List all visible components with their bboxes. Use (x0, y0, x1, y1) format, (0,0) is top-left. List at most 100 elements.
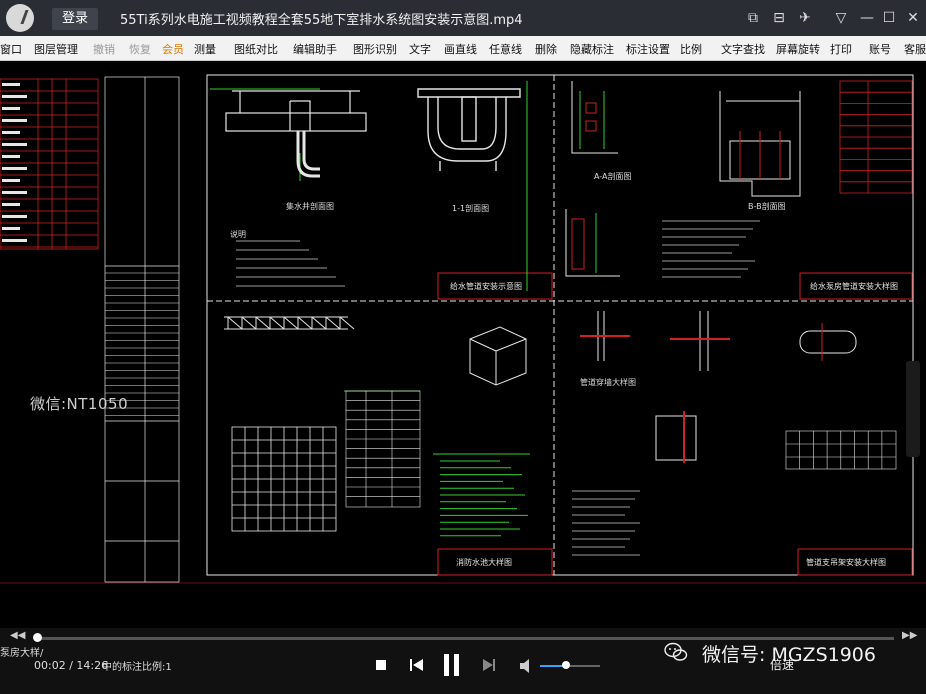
volume-icon[interactable] (520, 659, 534, 673)
green-notes (440, 460, 528, 537)
fast-forward-icon[interactable]: ▶▶ (902, 630, 917, 641)
schedule-entry-mark (2, 191, 27, 194)
app-logo-icon (6, 4, 34, 32)
pipe-drain-detail (225, 90, 367, 178)
schedule-entry-mark (2, 119, 27, 122)
subtitle-text-mid: 中的标注比例:1 (102, 662, 172, 673)
menu-customer-service[interactable]: 客服 (904, 41, 926, 57)
current-time: 00:02 (34, 659, 66, 672)
detail-title-4: 管道支吊架安装大样图 (806, 558, 886, 567)
menu-window[interactable]: 窗口 (0, 41, 22, 57)
menu-shape-recognition[interactable]: 图形识别 (353, 41, 397, 57)
pump-parameter-table (345, 390, 421, 508)
cad-drawing-canvas[interactable]: 给水管道安装示意图 给水泵房管道安装大样图 消防水池大样图 管道支吊架安装大样图… (0, 61, 926, 628)
schedule-entry-mark (2, 227, 20, 230)
menu-redo[interactable]: 恢复 (129, 41, 151, 57)
dropdown-menu-icon[interactable]: ▽ (832, 9, 850, 27)
progress-knob[interactable] (33, 633, 42, 642)
menu-edit-assistant[interactable]: 编辑助手 (293, 41, 337, 57)
support-truss-detail (224, 316, 355, 330)
detail-caption-5: 管道穿墙大样图 (580, 378, 636, 387)
wechat-watermark: 微信:NT1050 (30, 395, 129, 413)
login-button[interactable]: 登录 (52, 8, 98, 30)
video-player-controls: ◀◀ ▶▶ 泵房大样/ 中的标注比例:1 00:02 / 14:26 倍速 微信… (0, 628, 926, 694)
volume-knob[interactable] (562, 661, 570, 669)
menu-text[interactable]: 文字 (409, 41, 431, 57)
close-button[interactable]: ✕ (904, 9, 922, 27)
menu-delete[interactable]: 删除 (535, 41, 557, 57)
schedule-entry-mark (2, 179, 20, 182)
cad-menu-bar: 窗口 图层管理 撤销 恢复 会员 测量 图纸对比 编辑助手 图形识别 文字 画直… (0, 36, 926, 61)
schedule-entry-mark (2, 239, 27, 242)
menu-print[interactable]: 打印 (830, 41, 852, 57)
truss-diagonal (325, 316, 341, 330)
menu-freehand-line[interactable]: 任意线 (489, 41, 522, 57)
detail-title-2: 给水泵房管道安装大样图 (810, 282, 898, 291)
menu-hide-annotation[interactable]: 隐藏标注 (570, 41, 614, 57)
volume-slider[interactable] (540, 665, 600, 667)
detail-title-frames (437, 272, 913, 576)
truss-diagonal (241, 316, 257, 330)
wechat-icon (664, 642, 688, 661)
menu-draw-line[interactable]: 画直线 (444, 41, 477, 57)
pump-room-detail (719, 91, 801, 197)
time-display: 00:02 / 14:26 (34, 659, 108, 672)
rewind-icon[interactable]: ◀◀ (10, 630, 25, 641)
notes-heading: 说明 (230, 230, 246, 239)
schedule-entry-mark (2, 203, 20, 206)
menu-measure[interactable]: 测量 (194, 41, 216, 57)
water-tank-isometric (469, 326, 527, 386)
truss-diagonal (297, 316, 313, 330)
sheet-border (206, 74, 914, 576)
truss-diagonal (311, 316, 327, 330)
truss-diagonal (227, 316, 243, 330)
menu-drawing-compare[interactable]: 图纸对比 (234, 41, 278, 57)
previous-button[interactable] (410, 658, 424, 672)
material-schedule-entries (2, 83, 27, 242)
window-title: 55Ti系列水电施工视频教程全套55地下室排水系统图安装示意图.mp4 (120, 13, 523, 28)
detail-caption-1: 集水井剖面图 (286, 202, 334, 211)
menu-annotation-settings[interactable]: 标注设置 (626, 41, 670, 57)
pause-button[interactable] (444, 654, 460, 676)
menu-rotate-screen[interactable]: 屏幕旋转 (776, 41, 820, 57)
menu-find-text[interactable]: 文字查找 (721, 41, 765, 57)
maximize-button[interactable]: ☐ (880, 9, 898, 27)
minimize-button[interactable]: — (858, 9, 876, 27)
menu-layer-manager[interactable]: 图层管理 (34, 41, 78, 57)
time-separator: / (65, 659, 77, 672)
schedule-entry-mark (2, 167, 27, 170)
side-scroll-handle[interactable] (906, 361, 920, 457)
schedule-entry-mark (2, 143, 27, 146)
cad-drawing (0, 74, 926, 584)
detail-caption-2: A-A剖面图 (594, 172, 632, 181)
wechat-id-text: 微信号: MGZS1906 (702, 644, 876, 666)
schedule-entry-mark (2, 107, 20, 110)
detail-caption-3: B-B剖面图 (748, 202, 786, 211)
schedule-entry-mark (2, 95, 27, 98)
title-bar: 登录 55Ti系列水电施工视频教程全套55地下室排水系统图安装示意图.mp4 ⧉… (0, 0, 926, 36)
truss-diagonal (255, 316, 271, 330)
stop-button[interactable] (376, 660, 386, 670)
truss-diagonal (283, 316, 299, 330)
mini-mode-icon[interactable]: ⊟ (770, 9, 788, 27)
detail-caption-4: 1-1剖面图 (452, 204, 490, 213)
pin-icon[interactable]: ✈ (796, 9, 814, 27)
pipe-size-table (785, 430, 897, 470)
schedule-entry-mark (2, 83, 20, 86)
detail-title-1: 给水管道安装示意图 (450, 282, 522, 291)
truss-diagonal (269, 316, 285, 330)
menu-account[interactable]: 账号 (869, 41, 891, 57)
menu-scale[interactable]: 比例 (680, 41, 702, 57)
next-button[interactable] (482, 658, 496, 672)
menu-undo[interactable]: 撤销 (93, 41, 115, 57)
schedule-entry-mark (2, 131, 20, 134)
legend-table (839, 80, 913, 194)
schedule-entry-mark (2, 155, 20, 158)
detail-title-3: 消防水池大样图 (456, 558, 512, 567)
material-schedule-table (0, 78, 99, 250)
screenshot-icon[interactable]: ⧉ (744, 9, 762, 27)
total-time: 14:26 (76, 659, 109, 672)
menu-vip[interactable]: 会员 (162, 41, 184, 57)
schedule-entry-mark (2, 215, 27, 218)
grid-floor-plan (231, 426, 337, 532)
